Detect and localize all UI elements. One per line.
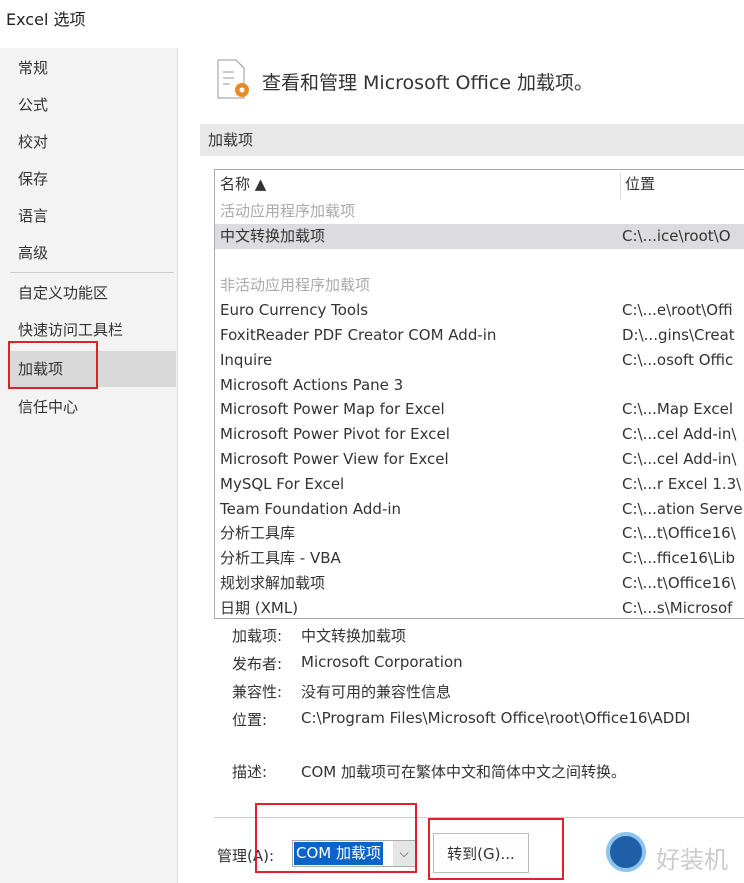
sidebar-item[interactable]: 常规 <box>10 50 176 86</box>
section-header: 加载项 <box>200 124 744 156</box>
addin-name: MySQL For Excel <box>220 474 345 493</box>
list-item[interactable]: 中文转换加载项 C:\...ice\root\O <box>215 223 744 249</box>
list-item[interactable]: 分析工具库 - VBA C:\...ffice16\Lib <box>215 546 744 571</box>
addin-name: 规划求解加载项 <box>220 574 326 592</box>
list-item[interactable]: Microsoft Power Map for Excel C:\...Map E… <box>215 397 744 422</box>
sidebar-divider <box>10 272 174 273</box>
highlight-box <box>428 818 564 880</box>
addin-name: FoxitReader PDF Creator COM Add-in <box>220 326 497 344</box>
sidebar-item[interactable]: 语言 <box>10 198 176 234</box>
watermark-logo <box>606 832 646 872</box>
addin-location: C:\...cel Add-in\ <box>622 425 737 444</box>
group-header: 活动应用程序加载项 <box>215 199 744 224</box>
detail-label: 描述: <box>232 763 268 781</box>
list-item[interactable]: Microsoft Actions Pane 3 <box>215 373 744 398</box>
addins-icon <box>217 59 249 99</box>
addin-name: Euro Currency Tools <box>220 301 369 320</box>
addin-location: C:\...Map Excel <box>622 400 734 419</box>
detail-label: 位置: <box>232 711 268 729</box>
addin-name: 分析工具库 <box>220 524 296 543</box>
list-item[interactable]: 规划求解加载项 C:\...t\Office16\ <box>215 571 744 596</box>
list-item[interactable]: 日期 (XML) C:\...s\Microsof <box>215 596 744 618</box>
addin-name: 分析工具库 - VBA <box>220 549 341 568</box>
addin-location: C:\...ffice16\Lib <box>622 549 736 568</box>
list-item[interactable]: Microsoft Power View for Excel C:\...cel … <box>215 447 744 472</box>
list-item[interactable]: Microsoft Power Pivot for Excel C:\...cel… <box>215 422 744 447</box>
detail-value: 没有可用的兼容性信息 <box>301 683 452 701</box>
addin-name: Microsoft Power View for Excel <box>220 450 449 468</box>
window-title: Excel 选项 <box>6 10 86 29</box>
sidebar-item[interactable]: 信任中心 <box>10 389 176 425</box>
addin-name: Microsoft Actions Pane 3 <box>220 375 404 394</box>
addin-name: 活动应用程序加载项 <box>220 202 356 220</box>
detail-value: 中文转换加载项 <box>301 627 407 645</box>
addin-name: 中文转换加载项 <box>220 226 326 245</box>
list-item[interactable]: Team Foundation Add-in C:\...ation Serve <box>215 497 744 522</box>
addin-name: Team Foundation Add-in <box>220 499 402 518</box>
list-item[interactable]: Inquire C:\...osoft Offic <box>215 348 744 373</box>
addin-location: C:\...s\Microsof <box>622 598 733 617</box>
highlight-box <box>255 803 417 873</box>
addin-location: C:\...t\Office16\ <box>622 524 736 543</box>
addins-list[interactable]: 名称 ▲ 位置 活动应用程序加载项 中文转换加载项 C:\...ice\root\O… <box>214 169 744 619</box>
sidebar-item[interactable]: 保存 <box>10 161 176 197</box>
detail-label: 发布者: <box>232 655 283 673</box>
list-item[interactable]: Euro Currency Tools C:\...e\root\Offi <box>215 298 744 323</box>
detail-label: 加载项: <box>232 627 283 645</box>
list-item <box>215 249 744 274</box>
addin-name: Inquire <box>220 350 273 369</box>
list-item[interactable]: FoxitReader PDF Creator COM Add-in D:\...… <box>215 323 744 348</box>
addin-name: 非活动应用程序加载项 <box>220 276 371 295</box>
detail-value: C:\Program Files\Microsoft Office\root\O… <box>301 709 691 727</box>
addin-name: Microsoft Power Pivot for Excel <box>220 425 450 444</box>
sidebar-item[interactable]: 自定义功能区 <box>10 275 176 311</box>
sidebar-item[interactable]: 校对 <box>10 124 176 160</box>
list-header: 名称 ▲ 位置 <box>215 172 744 200</box>
addin-name: 日期 (XML) <box>220 598 299 617</box>
addin-location: C:\...r Excel 1.3\ <box>622 474 742 493</box>
addin-location: C:\...ation Serve <box>622 499 743 518</box>
addin-location: C:\...osoft Offic <box>622 350 734 369</box>
list-item[interactable]: 分析工具库 C:\...t\Office16\ <box>215 521 744 546</box>
detail-value: COM 加载项可在繁体中文和简体中文之间转换。 <box>301 763 626 781</box>
sidebar-item[interactable]: 公式 <box>10 87 176 123</box>
column-name-header[interactable]: 名称 ▲ <box>220 172 266 197</box>
list-item[interactable]: MySQL For Excel C:\...r Excel 1.3\ <box>215 472 744 497</box>
detail-value: Microsoft Corporation <box>301 653 463 671</box>
addin-location: C:\...e\root\Offi <box>622 301 733 320</box>
addin-name: Microsoft Power Map for Excel <box>220 400 445 419</box>
page-heading: 查看和管理 Microsoft Office 加载项。 <box>262 72 594 94</box>
addin-location: C:\...t\Office16\ <box>622 574 736 592</box>
watermark-text: 好装机 <box>656 846 728 874</box>
addin-location: D:\...gins\Creat <box>622 326 735 344</box>
detail-label: 兼容性: <box>232 683 283 701</box>
addin-location: C:\...ice\root\O <box>622 226 731 245</box>
addin-location: C:\...cel Add-in\ <box>622 450 737 468</box>
column-location-header[interactable]: 位置 <box>625 172 655 197</box>
highlight-box <box>8 341 98 389</box>
sidebar-item[interactable]: 高级 <box>10 235 176 271</box>
group-header: 非活动应用程序加载项 <box>215 273 744 298</box>
